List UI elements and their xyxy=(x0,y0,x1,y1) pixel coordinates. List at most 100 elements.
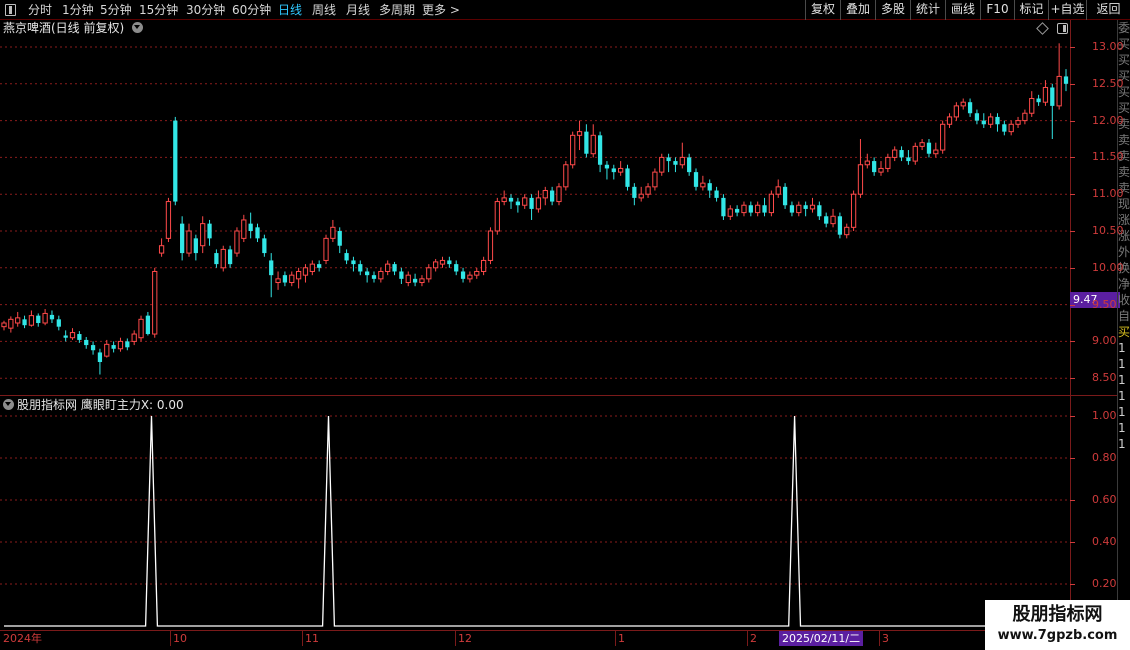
quote-strip-label: 1 xyxy=(1118,373,1126,387)
candle xyxy=(36,313,41,327)
candle-body xyxy=(707,183,712,191)
candle-body xyxy=(597,135,603,165)
main-chart-title[interactable]: 燕京啤酒(日线 前复权) xyxy=(3,20,146,36)
price-tick-label: 10.00 xyxy=(1092,260,1124,274)
toolbar-button[interactable]: 复权 xyxy=(805,0,840,20)
candle xyxy=(727,205,733,220)
toolbar-button[interactable]: 叠加 xyxy=(840,0,875,20)
candle xyxy=(912,142,918,165)
toolbar-button[interactable]: +自选 xyxy=(1048,0,1086,20)
candle-body xyxy=(679,156,685,166)
candle-body xyxy=(227,249,233,265)
candle-body xyxy=(419,278,425,284)
period-tab[interactable]: 15分钟 xyxy=(139,1,178,19)
candle-body xyxy=(741,204,747,214)
candle xyxy=(645,183,651,198)
price-tick-mark xyxy=(1070,83,1075,85)
candle xyxy=(508,194,514,209)
candle xyxy=(295,267,302,289)
candle-body xyxy=(69,332,76,339)
price-tick-label: 10.50 xyxy=(1092,224,1124,237)
candle-body xyxy=(1050,87,1055,106)
candle-body xyxy=(49,314,55,320)
candle xyxy=(84,336,89,349)
period-tab[interactable]: 日线 xyxy=(278,1,302,19)
candle xyxy=(803,201,808,217)
candle-body xyxy=(721,197,726,217)
candle xyxy=(262,234,267,257)
period-tab[interactable]: 更多 > xyxy=(422,1,460,19)
candle xyxy=(892,146,898,162)
menu-icon[interactable] xyxy=(5,4,16,16)
period-tab[interactable]: 月线 xyxy=(346,1,370,19)
price-tick-label: 12.00 xyxy=(1092,113,1124,127)
candle-body xyxy=(467,274,473,280)
candle-body xyxy=(111,345,116,349)
candle xyxy=(200,216,206,254)
price-tick-label: 9.00 xyxy=(1092,334,1117,348)
candle-body xyxy=(508,197,514,202)
candle xyxy=(227,245,233,268)
candle-body xyxy=(207,223,212,239)
axis-divider xyxy=(1070,395,1117,396)
dropdown-chevron-icon[interactable] xyxy=(132,22,144,33)
price-tick-mark xyxy=(1070,120,1075,122)
candlestick-chart[interactable] xyxy=(0,36,1070,394)
candle xyxy=(1050,83,1055,139)
toolbar-button[interactable]: 返回 xyxy=(1086,0,1130,20)
period-tab[interactable]: 多周期 xyxy=(379,1,415,19)
toolbar-button[interactable]: F10 xyxy=(980,0,1014,20)
quote-strip-label: 1 xyxy=(1118,421,1126,435)
candle xyxy=(768,190,775,217)
candle-body xyxy=(535,197,542,210)
candle-body xyxy=(872,161,877,173)
candle xyxy=(97,348,103,375)
period-tab[interactable]: 周线 xyxy=(312,1,336,19)
period-tab[interactable]: 5分钟 xyxy=(100,1,132,19)
candle-body xyxy=(385,263,391,272)
candle xyxy=(597,131,603,173)
candle-body xyxy=(186,230,192,254)
candle-body xyxy=(988,116,994,125)
candle xyxy=(220,245,226,272)
candle-body xyxy=(42,312,48,324)
window-toggle-icon[interactable] xyxy=(1057,23,1068,34)
candle xyxy=(1015,116,1021,128)
toolbar-button[interactable]: 画线 xyxy=(945,0,980,20)
candle-body xyxy=(995,116,1000,125)
period-tab[interactable]: 1分钟 xyxy=(62,1,94,19)
toolbar-button[interactable]: 标记 xyxy=(1014,0,1048,20)
date-label: 1 xyxy=(618,632,625,645)
diamond-icon[interactable] xyxy=(1036,22,1049,35)
price-tick-label: 12.50 xyxy=(1092,76,1124,90)
period-tab[interactable]: 60分钟 xyxy=(232,1,271,19)
candle xyxy=(933,142,939,158)
candle xyxy=(988,113,994,128)
candle-body xyxy=(351,260,356,265)
candle-body xyxy=(22,319,27,326)
toolbar-button[interactable]: 统计 xyxy=(910,0,945,20)
candle-body xyxy=(255,227,260,239)
toolbar-button[interactable]: 多股 xyxy=(875,0,910,20)
candle xyxy=(700,175,706,191)
period-tab[interactable]: 30分钟 xyxy=(186,1,225,19)
candle-body xyxy=(940,123,946,151)
candle-body xyxy=(515,201,520,206)
indicator-dropdown-icon[interactable] xyxy=(3,399,14,410)
candle-body xyxy=(158,245,165,254)
candle-body xyxy=(837,216,843,235)
candle-body xyxy=(426,267,432,280)
candle-body xyxy=(248,223,253,231)
candle-body xyxy=(317,264,322,268)
indicator-tick-label: 0.80 xyxy=(1092,451,1117,464)
candle-body xyxy=(542,190,548,199)
indicator-title[interactable]: 股朋指标网 鹰眼盯主力X: 0.00 xyxy=(3,397,184,413)
period-tab[interactable]: 分时 xyxy=(28,1,52,19)
date-label: 2 xyxy=(750,632,757,645)
indicator-chart[interactable] xyxy=(0,412,1070,630)
candle-body xyxy=(77,334,82,340)
candle-body xyxy=(28,315,35,326)
quote-strip-label: 外 xyxy=(1118,245,1130,259)
candle-body xyxy=(180,223,185,254)
candle-body xyxy=(262,238,267,254)
